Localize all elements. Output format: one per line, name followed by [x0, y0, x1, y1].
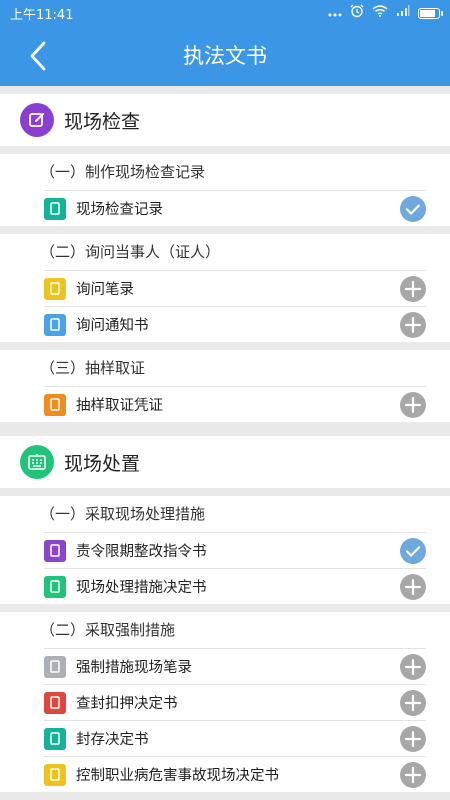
list-item-label: 控制职业病危害事故现场决定书 — [76, 768, 279, 784]
checked-icon[interactable] — [400, 195, 426, 222]
document-icon — [44, 277, 66, 300]
battery-icon — [418, 7, 443, 19]
add-icon[interactable] — [400, 311, 426, 338]
document-icon — [44, 575, 66, 598]
document-icon — [44, 691, 66, 714]
checked-icon[interactable] — [400, 537, 426, 564]
group-card: （二）采取强制措施 强制措施现场笔录 查封扣押决定书 封存决定书 控制职业病危害… — [0, 612, 450, 792]
add-icon[interactable] — [400, 275, 426, 302]
document-icon — [44, 313, 66, 336]
list-item[interactable]: 控制职业病危害事故现场决定书 — [44, 756, 426, 792]
list-item-label: 询问笔录 — [76, 282, 134, 298]
group-title: （三）抽样取证 — [40, 359, 146, 377]
edit-icon — [20, 103, 54, 137]
more-icon — [328, 6, 342, 21]
list-item-label: 封存决定书 — [76, 732, 149, 748]
list-item[interactable]: 抽样取证凭证 — [44, 386, 426, 422]
section-header-onsite-inspection: 现场检查 — [0, 94, 450, 146]
list-item-label: 查封扣押决定书 — [76, 696, 178, 712]
wifi-icon — [372, 5, 388, 21]
status-icons — [328, 4, 443, 22]
document-icon — [44, 763, 66, 786]
document-icon — [44, 655, 66, 678]
list-item[interactable]: 现场处理措施决定书 — [44, 568, 426, 604]
list-item[interactable]: 询问笔录 — [44, 270, 426, 306]
list-item[interactable]: 封存决定书 — [44, 720, 426, 756]
status-bar: 上午11:41 — [0, 0, 450, 26]
navigation-bar: 执法文书 — [0, 26, 450, 86]
list-item[interactable]: 现场检查记录 — [44, 190, 426, 226]
document-icon — [44, 197, 66, 220]
group-card: （三）抽样取证 抽样取证凭证 — [0, 350, 450, 422]
list-item[interactable]: 强制措施现场笔录 — [44, 648, 426, 684]
keyboard-icon — [20, 445, 54, 479]
add-icon[interactable] — [400, 761, 426, 788]
add-icon[interactable] — [400, 391, 426, 418]
section-title: 现场检查 — [64, 110, 141, 133]
group-card: （二）询问当事人（证人） 询问笔录 询问通知书 — [0, 234, 450, 342]
list-item-label: 责令限期整改指令书 — [76, 544, 207, 560]
group-title: （一）制作现场检查记录 — [40, 163, 206, 181]
group-card: （一）制作现场检查记录 现场检查记录 — [0, 154, 450, 226]
status-time: 上午11:41 — [10, 7, 74, 23]
add-icon[interactable] — [400, 725, 426, 752]
group-card: （一）采取现场处理措施 责令限期整改指令书 现场处理措施决定书 — [0, 496, 450, 604]
list-item[interactable]: 询问通知书 — [44, 306, 426, 342]
document-icon — [44, 539, 66, 562]
add-icon[interactable] — [400, 573, 426, 600]
alarm-icon — [350, 4, 364, 22]
signal-icon — [396, 5, 410, 21]
add-icon[interactable] — [400, 689, 426, 716]
document-icon — [44, 727, 66, 750]
list-item-label: 现场处理措施决定书 — [76, 580, 207, 596]
page-title: 执法文书 — [183, 44, 267, 68]
list-item[interactable]: 查封扣押决定书 — [44, 684, 426, 720]
add-icon[interactable] — [400, 653, 426, 680]
list-item-label: 抽样取证凭证 — [76, 398, 163, 414]
list-item-label: 强制措施现场笔录 — [76, 660, 192, 676]
section-title: 现场处置 — [64, 452, 141, 475]
section-header-onsite-disposal: 现场处置 — [0, 436, 450, 488]
list-item-label: 现场检查记录 — [76, 202, 163, 218]
document-list: 现场检查 （一）制作现场检查记录 现场检查记录 （二）询问当事人（证人） 询问笔… — [0, 86, 450, 800]
list-item-label: 询问通知书 — [76, 318, 149, 334]
list-item[interactable]: 责令限期整改指令书 — [44, 532, 426, 568]
group-title: （一）采取现场处理措施 — [40, 505, 206, 523]
group-title: （二）询问当事人（证人） — [40, 243, 221, 261]
document-icon — [44, 393, 66, 416]
group-title: （二）采取强制措施 — [40, 621, 176, 639]
